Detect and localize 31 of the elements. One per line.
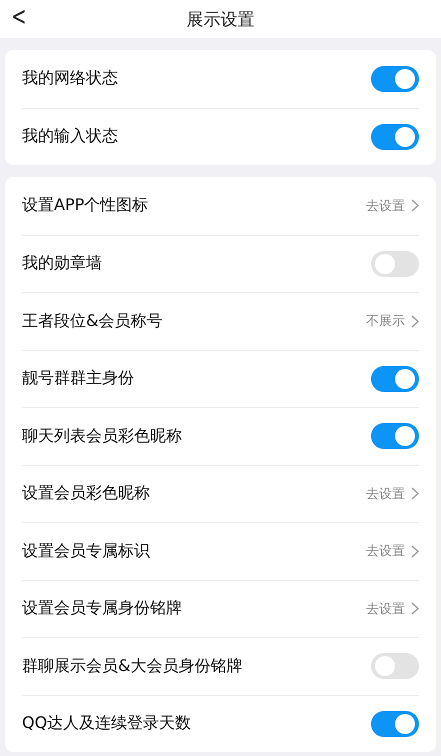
setting-label: 设置会员专属身份铭牌 — [22, 598, 183, 620]
value-link[interactable]: 去设置 — [366, 600, 419, 618]
setting-label: 聊天列表会员彩色昵称 — [22, 426, 183, 447]
page-title: 展示设置 — [186, 8, 254, 30]
chevron-icon — [411, 314, 419, 328]
value-link[interactable]: 不展示 — [366, 312, 419, 330]
value-link[interactable]: 去设置 — [366, 196, 419, 215]
toggle-switch[interactable] — [371, 710, 419, 737]
value-link[interactable]: 去设置 — [366, 542, 419, 560]
chevron-icon — [411, 544, 419, 558]
setting-label: 设置会员专属标识 — [22, 540, 151, 562]
setting-label: 靓号群群主身份 — [22, 368, 135, 390]
setting-label: 我的输入状态 — [22, 126, 119, 148]
toggle-switch[interactable] — [371, 124, 419, 150]
chevron-icon — [411, 487, 419, 500]
setting-label: 设置会员彩色昵称 — [22, 483, 151, 504]
setting-label: 群聊展示会员&大会员身份铭牌 — [22, 656, 244, 677]
toggle-switch[interactable] — [371, 366, 419, 392]
chevron-icon — [411, 602, 419, 616]
setting-label: QQ达人及连续登录天数 — [22, 713, 192, 734]
setting-label: 我的勋章墙 — [22, 253, 103, 274]
toggle-switch[interactable] — [371, 423, 419, 450]
setting-label: 王者段位&会员称号 — [22, 310, 164, 332]
toggle-switch[interactable] — [371, 653, 419, 680]
toggle-switch[interactable] — [371, 250, 419, 277]
setting-label: 设置APP个性图标 — [22, 195, 150, 216]
setting-label: 我的网络状态 — [22, 68, 119, 90]
toggle-switch[interactable] — [371, 66, 419, 92]
value-link[interactable]: 去设置 — [366, 484, 419, 503]
back-button[interactable]: < — [8, 2, 30, 32]
chevron-icon — [411, 199, 419, 212]
